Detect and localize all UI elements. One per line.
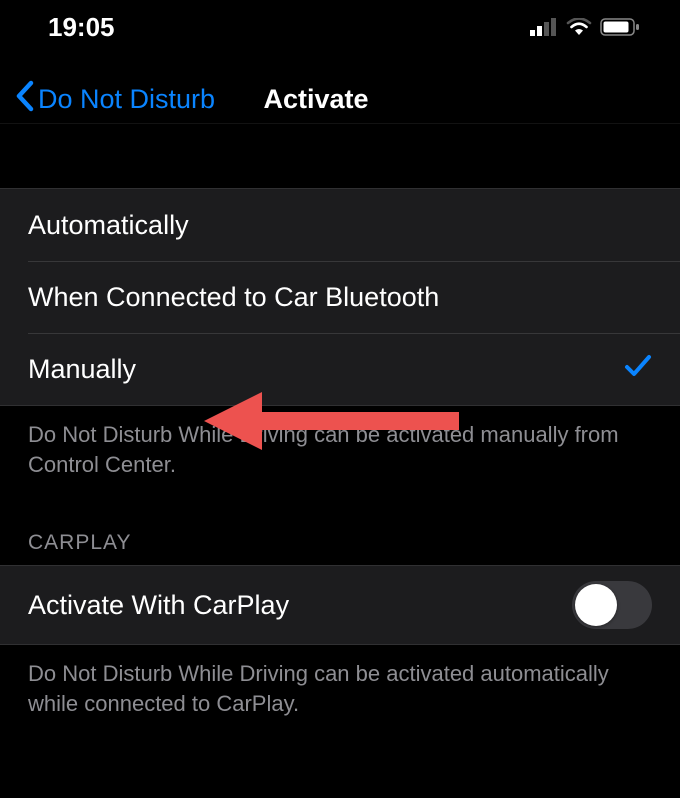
page-title: Activate bbox=[263, 84, 368, 115]
toggle-switch[interactable] bbox=[572, 581, 652, 629]
activation-footer: Do Not Disturb While Driving can be acti… bbox=[0, 406, 680, 479]
status-bar: 19:05 bbox=[0, 0, 680, 54]
cell-label: Manually bbox=[28, 354, 136, 385]
checkmark-icon bbox=[624, 353, 652, 386]
cell-label: Automatically bbox=[28, 210, 189, 241]
carplay-footer: Do Not Disturb While Driving can be acti… bbox=[0, 645, 680, 718]
activation-option-automatically[interactable]: Automatically bbox=[0, 189, 680, 261]
status-time: 19:05 bbox=[48, 12, 115, 43]
carplay-toggle-row[interactable]: Activate With CarPlay bbox=[0, 566, 680, 644]
activation-option-bluetooth[interactable]: When Connected to Car Bluetooth bbox=[0, 261, 680, 333]
carplay-section-header: CARPLAY bbox=[0, 479, 680, 565]
chevron-left-icon bbox=[14, 80, 36, 119]
toggle-knob bbox=[575, 584, 617, 626]
carplay-group: Activate With CarPlay bbox=[0, 565, 680, 645]
activation-option-manually[interactable]: Manually bbox=[0, 333, 680, 405]
cell-label: Activate With CarPlay bbox=[28, 590, 289, 621]
activation-group: Automatically When Connected to Car Blue… bbox=[0, 188, 680, 406]
back-label: Do Not Disturb bbox=[38, 84, 215, 115]
wifi-icon bbox=[566, 12, 592, 43]
nav-bar: Do Not Disturb Activate bbox=[0, 54, 680, 124]
battery-icon bbox=[600, 12, 640, 43]
cellular-icon bbox=[530, 12, 558, 43]
status-icons bbox=[530, 12, 640, 43]
cell-label: When Connected to Car Bluetooth bbox=[28, 282, 439, 313]
back-button[interactable]: Do Not Disturb bbox=[0, 80, 215, 119]
spacer bbox=[0, 124, 680, 188]
